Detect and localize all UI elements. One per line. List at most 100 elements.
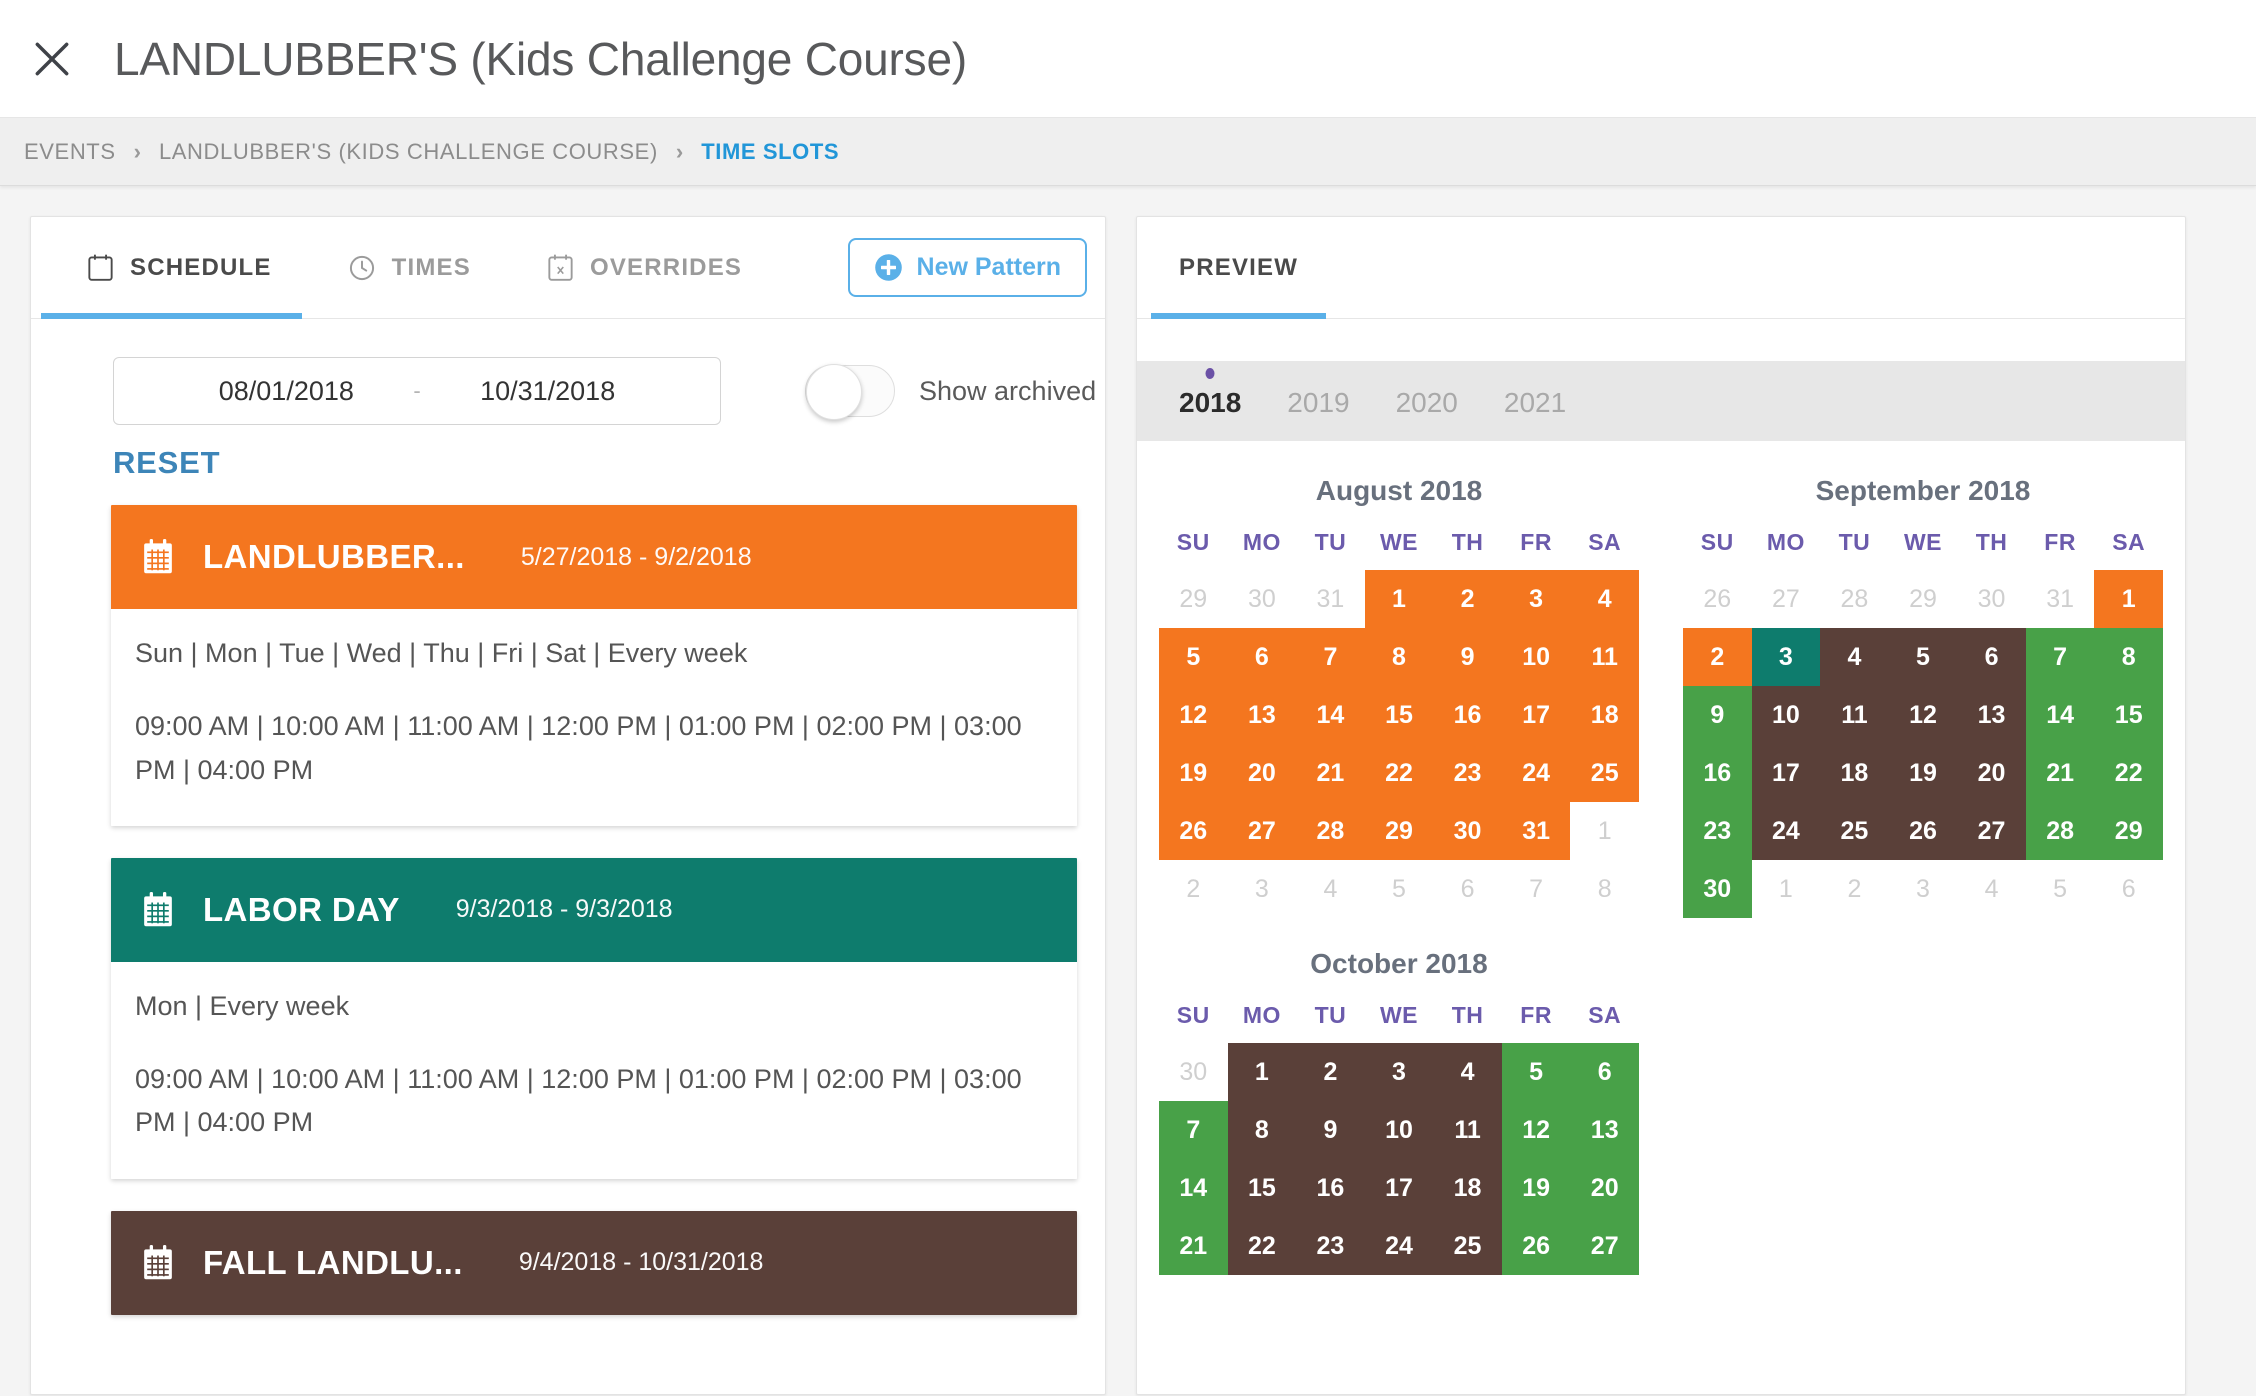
calendar-day[interactable]: 27 — [1957, 802, 2026, 860]
calendar-day[interactable]: 14 — [1296, 686, 1365, 744]
pattern-card-header[interactable]: FALL LANDLU... 9/4/2018 - 10/31/2018 — [111, 1210, 1077, 1315]
calendar-day[interactable]: 15 — [2094, 686, 2163, 744]
calendar-day[interactable]: 1 — [2094, 570, 2163, 628]
calendar-day[interactable]: 22 — [1227, 1217, 1297, 1275]
calendar-day[interactable]: 3 — [1751, 628, 1821, 686]
breadcrumb-item-event[interactable]: LANDLUBBER'S (KIDS CHALLENGE COURSE) — [159, 139, 658, 165]
calendar-day[interactable]: 26 — [1159, 802, 1228, 860]
calendar-day[interactable]: 23 — [1683, 802, 1752, 860]
calendar-day[interactable]: 10 — [1751, 686, 1821, 744]
tab-schedule[interactable]: SCHEDULE — [41, 217, 302, 319]
calendar-day[interactable]: 30 — [1683, 860, 1752, 918]
calendar-day[interactable]: 21 — [1159, 1217, 1228, 1275]
calendar-day[interactable]: 24 — [1501, 744, 1571, 802]
calendar-day[interactable]: 13 — [1570, 1101, 1639, 1159]
calendar-day[interactable]: 12 — [1159, 686, 1228, 744]
calendar-day[interactable]: 6 — [1227, 628, 1297, 686]
date-range-picker[interactable]: - — [113, 357, 721, 425]
calendar-day[interactable]: 3 — [1501, 570, 1571, 628]
calendar-day[interactable]: 29 — [1364, 802, 1434, 860]
calendar-day[interactable]: 4 — [1570, 570, 1639, 628]
calendar-day[interactable]: 25 — [1570, 744, 1639, 802]
calendar-day[interactable]: 26 — [1888, 802, 1958, 860]
calendar-day[interactable]: 15 — [1364, 686, 1434, 744]
calendar-day[interactable]: 6 — [1570, 1043, 1639, 1101]
calendar-day[interactable]: 27 — [1570, 1217, 1639, 1275]
calendar-day[interactable]: 18 — [1820, 744, 1889, 802]
calendar-day[interactable]: 17 — [1751, 744, 1821, 802]
calendar-day[interactable]: 22 — [2094, 744, 2163, 802]
pattern-card-header[interactable]: LANDLUBBER... 5/27/2018 - 9/2/2018 — [111, 505, 1077, 609]
reset-button[interactable]: RESET — [113, 445, 220, 481]
year-2020[interactable]: 2020 — [1396, 383, 1458, 419]
calendar-day[interactable]: 26 — [1501, 1217, 1571, 1275]
calendar-day[interactable]: 28 — [1296, 802, 1365, 860]
calendar-day[interactable]: 1 — [1364, 570, 1434, 628]
calendar-day[interactable]: 24 — [1364, 1217, 1434, 1275]
calendar-day[interactable]: 12 — [1888, 686, 1958, 744]
calendar-day[interactable]: 8 — [2094, 628, 2163, 686]
calendar-day[interactable]: 21 — [2025, 744, 2095, 802]
end-date-input[interactable] — [452, 375, 643, 407]
calendar-day[interactable]: 22 — [1364, 744, 1434, 802]
calendar-day[interactable]: 16 — [1296, 1159, 1365, 1217]
pattern-card-header[interactable]: LABOR DAY 9/3/2018 - 9/3/2018 — [111, 857, 1077, 962]
calendar-day[interactable]: 8 — [1364, 628, 1434, 686]
calendar-day[interactable]: 6 — [1957, 628, 2026, 686]
calendar-day[interactable]: 13 — [1957, 686, 2026, 744]
calendar-day[interactable]: 17 — [1364, 1159, 1434, 1217]
calendar-day[interactable]: 10 — [1501, 628, 1571, 686]
show-archived-toggle[interactable] — [805, 364, 895, 420]
calendar-day[interactable]: 19 — [1501, 1159, 1571, 1217]
calendar-day[interactable]: 2 — [1683, 628, 1752, 686]
calendar-day[interactable]: 30 — [1433, 802, 1502, 860]
calendar-day[interactable]: 25 — [1820, 802, 1889, 860]
calendar-day[interactable]: 16 — [1433, 686, 1502, 744]
calendar-day[interactable]: 27 — [1227, 802, 1297, 860]
calendar-day[interactable]: 7 — [2025, 628, 2095, 686]
tab-preview[interactable]: PREVIEW — [1150, 217, 1327, 319]
calendar-day[interactable]: 5 — [1888, 628, 1958, 686]
start-date-input[interactable] — [191, 375, 382, 407]
calendar-day[interactable]: 10 — [1364, 1101, 1434, 1159]
year-2018[interactable]: 2018 — [1179, 368, 1241, 419]
tab-overrides[interactable]: OVERRIDES — [537, 217, 752, 318]
calendar-day[interactable]: 29 — [2094, 802, 2163, 860]
calendar-day[interactable]: 16 — [1683, 744, 1752, 802]
calendar-day[interactable]: 1 — [1227, 1043, 1297, 1101]
calendar-day[interactable]: 3 — [1364, 1043, 1434, 1101]
calendar-day[interactable]: 2 — [1296, 1043, 1365, 1101]
calendar-day[interactable]: 9 — [1683, 686, 1752, 744]
calendar-day[interactable]: 11 — [1433, 1101, 1502, 1159]
calendar-day[interactable]: 18 — [1570, 686, 1639, 744]
calendar-day[interactable]: 19 — [1159, 744, 1228, 802]
calendar-day[interactable]: 4 — [1820, 628, 1889, 686]
new-pattern-button[interactable]: New Pattern — [847, 238, 1087, 297]
calendar-day[interactable]: 18 — [1433, 1159, 1502, 1217]
calendar-day[interactable]: 20 — [1957, 744, 2026, 802]
year-2019[interactable]: 2019 — [1287, 383, 1349, 419]
calendar-day[interactable]: 9 — [1433, 628, 1502, 686]
year-2021[interactable]: 2021 — [1504, 383, 1566, 419]
calendar-day[interactable]: 14 — [1159, 1159, 1228, 1217]
calendar-day[interactable]: 25 — [1433, 1217, 1502, 1275]
calendar-day[interactable]: 14 — [2025, 686, 2095, 744]
calendar-day[interactable]: 5 — [1501, 1043, 1571, 1101]
calendar-day[interactable]: 31 — [1501, 802, 1571, 860]
calendar-day[interactable]: 2 — [1433, 570, 1502, 628]
calendar-day[interactable]: 13 — [1227, 686, 1297, 744]
calendar-day[interactable]: 11 — [1570, 628, 1639, 686]
calendar-day[interactable]: 23 — [1296, 1217, 1365, 1275]
calendar-day[interactable]: 8 — [1227, 1101, 1297, 1159]
calendar-day[interactable]: 15 — [1227, 1159, 1297, 1217]
calendar-day[interactable]: 12 — [1501, 1101, 1571, 1159]
calendar-day[interactable]: 24 — [1751, 802, 1821, 860]
calendar-day[interactable]: 7 — [1296, 628, 1365, 686]
calendar-day[interactable]: 19 — [1888, 744, 1958, 802]
breadcrumb-item-events[interactable]: EVENTS — [24, 139, 116, 165]
calendar-day[interactable]: 5 — [1159, 628, 1228, 686]
close-icon[interactable] — [24, 31, 80, 87]
calendar-day[interactable]: 28 — [2025, 802, 2095, 860]
calendar-day[interactable]: 9 — [1296, 1101, 1365, 1159]
tab-times[interactable]: TIMES — [338, 217, 481, 318]
